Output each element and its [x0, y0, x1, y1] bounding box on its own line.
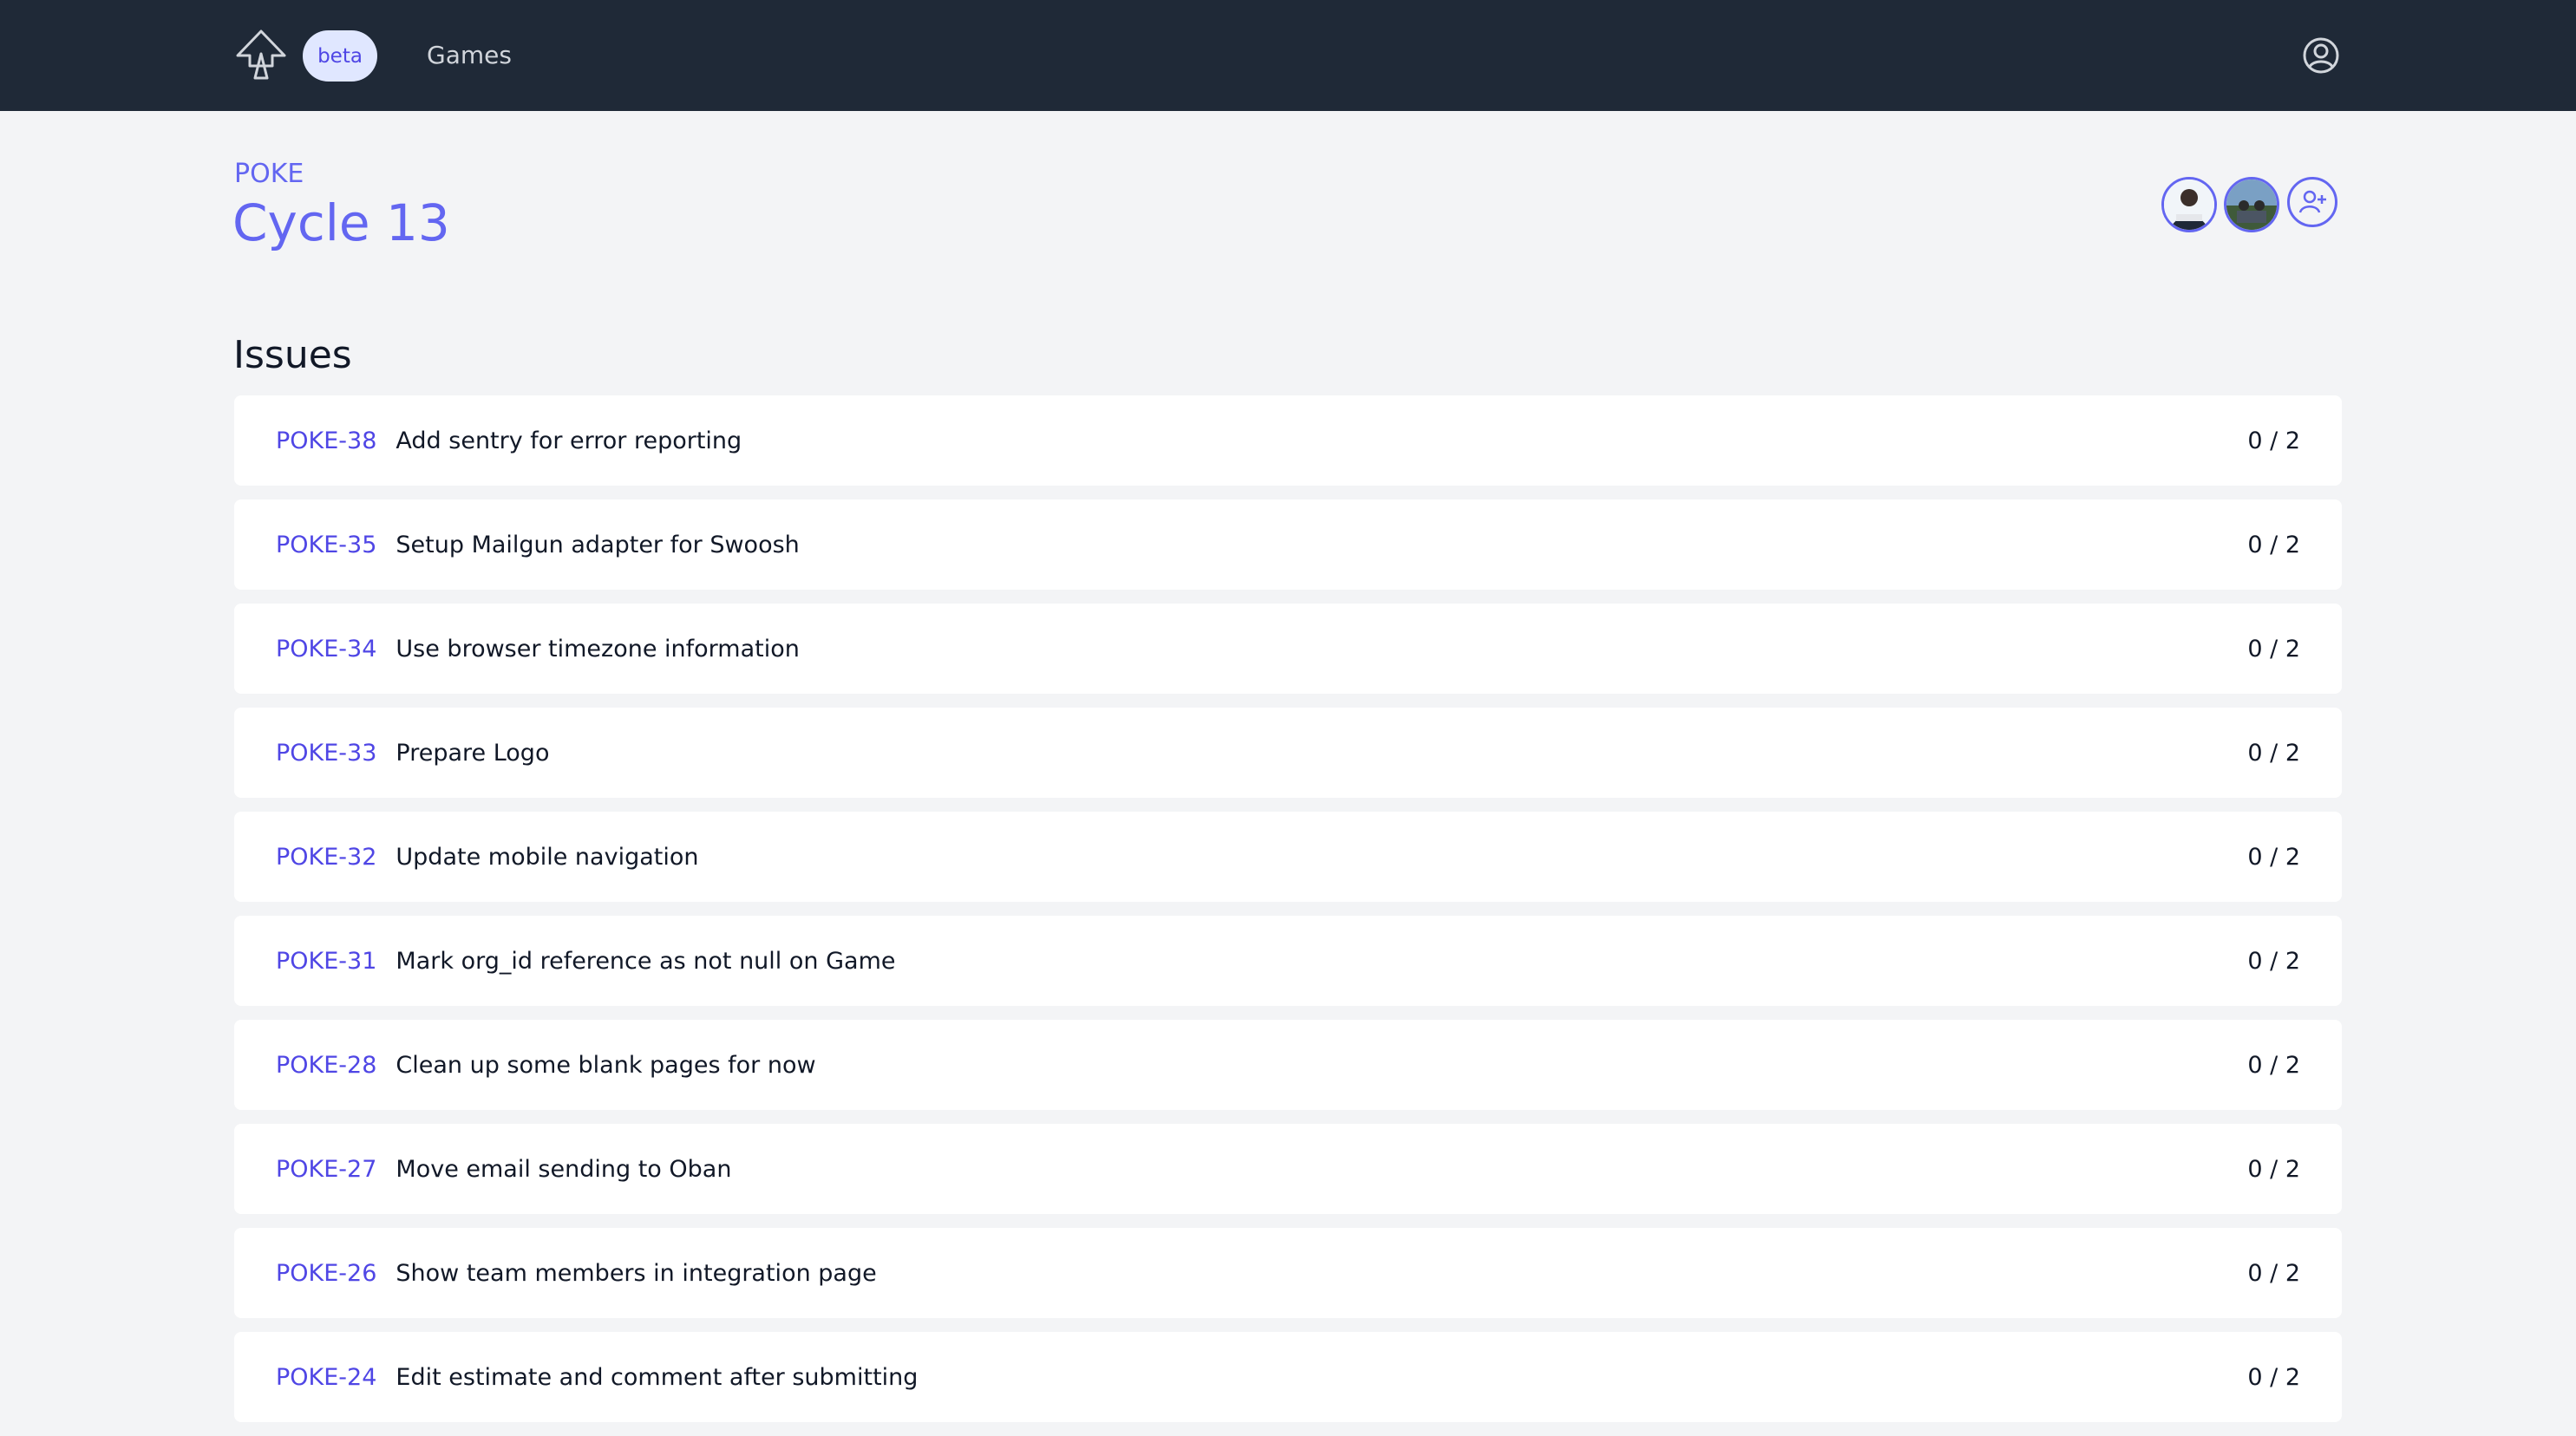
issues-heading: Issues	[233, 333, 352, 377]
add-user-icon	[2298, 190, 2326, 213]
issue-title: Add sentry for error reporting	[396, 427, 742, 454]
issue-row[interactable]: POKE-26 Show team members in integration…	[234, 1228, 2342, 1318]
issue-title: Clean up some blank pages for now	[396, 1051, 816, 1079]
issue-key: POKE-35	[276, 531, 377, 558]
issue-vote-count: 0 / 2	[2247, 739, 2300, 767]
issue-title: Use browser timezone information	[396, 635, 800, 663]
issue-key: POKE-33	[276, 739, 377, 767]
issue-title: Mark org_id reference as not null on Gam…	[396, 947, 896, 975]
issue-key: POKE-34	[276, 635, 377, 663]
issue-vote-count: 0 / 2	[2247, 1155, 2300, 1183]
issue-title: Prepare Logo	[396, 739, 550, 767]
issue-row[interactable]: POKE-33 Prepare Logo 0 / 2	[234, 708, 2342, 798]
member-avatar[interactable]	[2161, 177, 2217, 232]
issue-key: POKE-27	[276, 1155, 377, 1183]
issue-vote-count: 0 / 2	[2247, 1051, 2300, 1079]
issue-row[interactable]: POKE-35 Setup Mailgun adapter for Swoosh…	[234, 499, 2342, 590]
issue-row[interactable]: POKE-24 Edit estimate and comment after …	[234, 1332, 2342, 1422]
nav-link-games[interactable]: Games	[427, 38, 512, 73]
issue-key: POKE-38	[276, 427, 377, 454]
user-account-icon[interactable]	[2302, 36, 2340, 75]
page-title: Cycle 13	[232, 193, 450, 252]
issue-key: POKE-28	[276, 1051, 377, 1079]
issue-row[interactable]: POKE-27 Move email sending to Oban 0 / 2	[234, 1124, 2342, 1214]
issue-key: POKE-31	[276, 947, 377, 975]
issue-row[interactable]: POKE-38 Add sentry for error reporting 0…	[234, 395, 2342, 486]
issues-list: POKE-38 Add sentry for error reporting 0…	[234, 395, 2342, 1436]
issue-key: POKE-26	[276, 1259, 377, 1287]
app-logo-icon[interactable]	[234, 28, 288, 82]
issue-key: POKE-32	[276, 843, 377, 871]
issue-title: Edit estimate and comment after submitti…	[396, 1363, 919, 1391]
issue-title: Update mobile navigation	[396, 843, 699, 871]
issue-title: Setup Mailgun adapter for Swoosh	[396, 531, 800, 558]
member-avatar[interactable]	[2224, 177, 2279, 232]
issue-key: POKE-24	[276, 1363, 377, 1391]
issue-vote-count: 0 / 2	[2247, 1259, 2300, 1287]
project-key: POKE	[234, 159, 304, 189]
issue-vote-count: 0 / 2	[2247, 947, 2300, 975]
issue-row[interactable]: POKE-32 Update mobile navigation 0 / 2	[234, 812, 2342, 902]
top-navigation-bar: beta Games	[0, 0, 2576, 111]
add-member-button[interactable]	[2287, 177, 2337, 227]
issue-row[interactable]: POKE-31 Mark org_id reference as not nul…	[234, 916, 2342, 1006]
issue-vote-count: 0 / 2	[2247, 531, 2300, 558]
beta-badge: beta	[303, 30, 377, 82]
issue-vote-count: 0 / 2	[2247, 635, 2300, 663]
issue-vote-count: 0 / 2	[2247, 843, 2300, 871]
issue-title: Move email sending to Oban	[396, 1155, 732, 1183]
issue-vote-count: 0 / 2	[2247, 1363, 2300, 1391]
issue-row[interactable]: POKE-28 Clean up some blank pages for no…	[234, 1020, 2342, 1110]
issue-title: Show team members in integration page	[396, 1259, 877, 1287]
issue-row[interactable]: POKE-34 Use browser timezone information…	[234, 604, 2342, 694]
issue-vote-count: 0 / 2	[2247, 427, 2300, 454]
